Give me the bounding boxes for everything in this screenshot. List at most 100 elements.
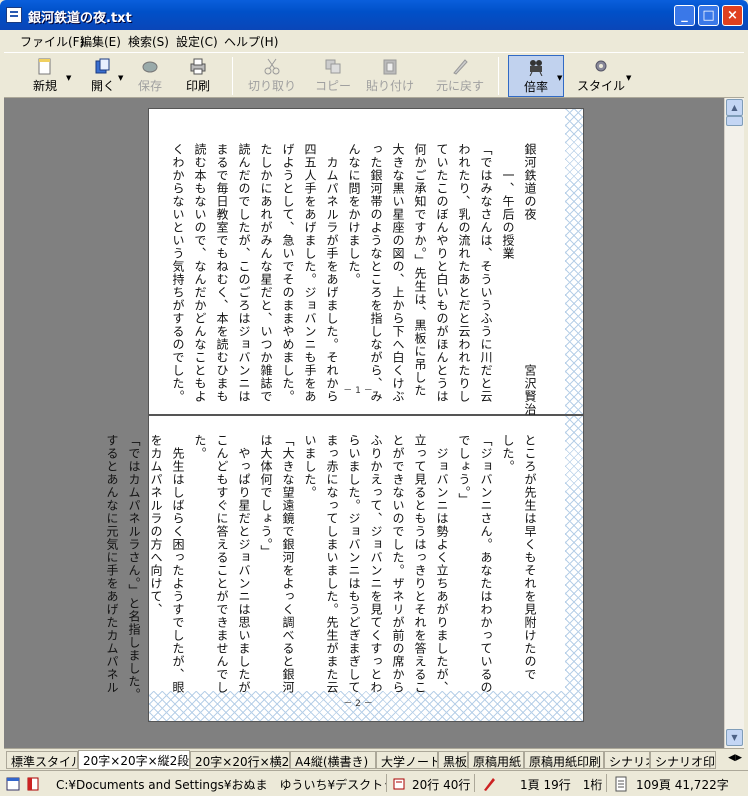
page-margin-hatch bbox=[565, 416, 583, 721]
document-area[interactable]: 銀河鉄道の夜 宮沢賢治 一、午后の授業 「ではみなさんは、そういうふうに川だと云わ… bbox=[4, 98, 724, 748]
text-line: ふりかえって、ジョバンニを見てくすっとわ bbox=[369, 434, 383, 694]
status-bar: C:¥Documents and Settings¥おぬま ゆういち¥デスクトッ… bbox=[0, 770, 748, 796]
zoom-button[interactable]: 倍率 bbox=[508, 55, 564, 97]
tab-scroll-arrows[interactable]: ◀▶ bbox=[728, 753, 742, 763]
layout-icon bbox=[393, 778, 405, 790]
title-bar: 銀河鉄道の夜.txt _ □ × bbox=[0, 0, 748, 30]
text-line: 「ジョバンニさん。あなたはわかっているの bbox=[479, 434, 493, 694]
page-count-icon bbox=[615, 776, 627, 792]
scroll-thumb[interactable] bbox=[726, 116, 743, 126]
tab-university-notebook[interactable]: 大学ノート bbox=[376, 751, 438, 769]
toolbar: 新規 ▼ 開く ▼ 保存 印刷 切り取り コピー 貼り付け 元に戻す 倍率 ▼ … bbox=[4, 52, 744, 98]
tab-standard-style[interactable]: 標準スタイル bbox=[6, 751, 78, 769]
window-icon bbox=[6, 777, 20, 791]
text-line: でしょう。」 bbox=[457, 434, 471, 506]
tab-manuscript-print[interactable]: 原稿用紙印刷 bbox=[524, 751, 604, 769]
maximize-button[interactable]: □ bbox=[698, 5, 719, 26]
status-separator bbox=[606, 774, 607, 792]
menu-settings[interactable]: 設定(C) bbox=[176, 33, 218, 50]
text-line: するとあんなに元気に手をあげたカムパネル bbox=[105, 434, 119, 694]
zoom-dropdown-arrow[interactable]: ▼ bbox=[557, 74, 562, 82]
status-separator bbox=[386, 774, 387, 792]
text-line: やっぱり星だとジョバンニは思いましたが bbox=[237, 434, 251, 694]
document-count: 109頁 41,722字 bbox=[636, 778, 729, 792]
toolbar-separator bbox=[232, 57, 233, 95]
scroll-up-button[interactable]: ▲ bbox=[726, 99, 743, 116]
text-line: 「ではカムパネルラさん。」と名指しました。 bbox=[127, 434, 141, 701]
text-line: 「大きな望遠鏡で銀河をよっく調べると銀河 bbox=[281, 434, 295, 694]
menu-edit[interactable]: 編集(E) bbox=[80, 33, 121, 50]
status-separator bbox=[474, 774, 475, 792]
copy-button[interactable]: コピー bbox=[308, 55, 358, 97]
close-button[interactable]: × bbox=[722, 5, 743, 26]
page-text: 銀河鉄道の夜 宮沢賢治 一、午后の授業 「ではみなさんは、そういうふうに川だと云わ… bbox=[167, 143, 541, 416]
text-line: った銀河帯のようなところを指しながら、み bbox=[369, 143, 383, 403]
undo-button[interactable]: 元に戻す bbox=[432, 55, 488, 97]
text-line: 何かご承知ですか。」先生は、黒板に吊した bbox=[413, 143, 427, 397]
text-line: んなに問をかけました。 bbox=[347, 143, 361, 286]
text-line: 読む本もないので、なんだかどんなこともよ bbox=[193, 143, 207, 403]
text-line: 読んだのでしたが、このごろはジョバンニは bbox=[237, 143, 251, 403]
scissors-icon bbox=[264, 58, 280, 75]
text-line: した。 bbox=[501, 434, 515, 473]
paste-button[interactable]: 貼り付け bbox=[364, 55, 416, 97]
save-button[interactable]: 保存 bbox=[130, 55, 170, 97]
copy-icon bbox=[325, 59, 341, 74]
vertical-scrollbar[interactable]: ▲ ▼ bbox=[724, 98, 744, 748]
text-line: ていたこのぼんやりと白いものがほんとうは bbox=[435, 143, 449, 403]
text-line: こんどもすぐに答えることができませんでし bbox=[215, 434, 229, 694]
text-line: 銀河鉄道の夜 宮沢賢治 bbox=[523, 143, 537, 416]
menu-file[interactable]: ファイル(F) bbox=[20, 33, 84, 50]
new-button[interactable]: 新規 bbox=[24, 55, 66, 97]
pen-icon bbox=[484, 778, 495, 791]
text-line: は大体何でしょう。」 bbox=[259, 434, 273, 558]
open-dropdown-arrow[interactable]: ▼ bbox=[118, 74, 123, 82]
style-dropdown-arrow[interactable]: ▼ bbox=[626, 74, 631, 82]
text-line: まっ赤になってしまいました。先生がまた云 bbox=[325, 434, 339, 694]
paste-icon bbox=[383, 59, 397, 75]
text-line: 四五人手をあげました。ジョバンニも手をあ bbox=[303, 143, 317, 403]
toolbar-separator bbox=[498, 57, 499, 95]
text-line: たしかにあれがみんな星だと、いつか雑誌で bbox=[259, 143, 273, 403]
text-line: いました。 bbox=[303, 434, 317, 499]
menu-search[interactable]: 検索(S) bbox=[128, 33, 169, 50]
new-document-icon bbox=[38, 58, 51, 75]
new-dropdown-arrow[interactable]: ▼ bbox=[66, 74, 71, 82]
tab-a4-vertical[interactable]: A4縦(横書き) bbox=[290, 751, 376, 769]
text-line: 先生はしばらく困ったようすでしたが、眼 bbox=[171, 434, 185, 694]
cut-button[interactable]: 切り取り bbox=[242, 55, 302, 97]
text-line: をカムパネルラの方へ向けて、 bbox=[149, 434, 163, 616]
document-icon bbox=[27, 777, 39, 791]
menu-help[interactable]: ヘルプ(H) bbox=[224, 33, 278, 50]
text-line: ジョバンニは勢よく立ちあがりましたが、 bbox=[435, 434, 449, 694]
tab-manuscript[interactable]: 原稿用紙 bbox=[468, 751, 524, 769]
print-button[interactable]: 印刷 bbox=[178, 55, 218, 97]
gear-icon bbox=[595, 60, 607, 72]
page-text: ところが先生は早くもそれを見附けたので した。 「ジョバンニさん。あなたはわかってい… bbox=[101, 434, 541, 701]
minimize-button[interactable]: _ bbox=[674, 5, 695, 26]
text-line: ところが先生は早くもそれを見附けたので bbox=[523, 434, 537, 681]
page-number: － 2 － bbox=[343, 699, 373, 709]
open-folder-icon bbox=[95, 58, 110, 74]
file-path: C:¥Documents and Settings¥おぬま ゆういち¥デスクトッ… bbox=[56, 778, 386, 792]
text-line: た。 bbox=[193, 434, 207, 460]
tab-scenario-print[interactable]: シナリオ印刷 bbox=[650, 751, 716, 769]
style-button[interactable]: スタイル bbox=[574, 55, 628, 97]
window-title: 銀河鉄道の夜.txt bbox=[28, 11, 132, 26]
cursor-position: 1頁 19行 1桁 bbox=[520, 778, 603, 792]
text-line: らいました。ジョバンニはもうどぎまぎして bbox=[347, 434, 361, 694]
tab-scenario[interactable]: シナリオ bbox=[604, 751, 650, 769]
tab-20x20-horizontal[interactable]: 20字×20行×横2 bbox=[190, 751, 290, 769]
document-page[interactable]: ところが先生は早くもそれを見附けたので した。 「ジョバンニさん。あなたはわかってい… bbox=[105, 415, 584, 722]
text-line: まるで毎日教室でもねむく、本を読むひまも bbox=[215, 143, 229, 403]
scroll-down-button[interactable]: ▼ bbox=[726, 729, 743, 746]
tab-20x20-2col[interactable]: 20字×20字×縦2段 bbox=[78, 750, 190, 770]
tab-blackboard[interactable]: 黒板 bbox=[438, 751, 468, 769]
text-line: げようとして、急いでそのままやめました。 bbox=[281, 143, 295, 403]
layout-info: 20行 40行 bbox=[412, 778, 471, 792]
text-line: 一、午后の授業 bbox=[501, 143, 515, 260]
document-page[interactable]: 銀河鉄道の夜 宮沢賢治 一、午后の授業 「ではみなさんは、そういうふうに川だと云わ… bbox=[148, 108, 584, 416]
text-line: 「ではみなさんは、そういうふうに川だと云 bbox=[479, 143, 493, 403]
menu-bar: ファイル(F) 編集(E) 検索(S) 設定(C) ヘルプ(H) bbox=[4, 30, 744, 52]
text-line: くわからないという気持ちがするのでした。 bbox=[171, 143, 185, 403]
